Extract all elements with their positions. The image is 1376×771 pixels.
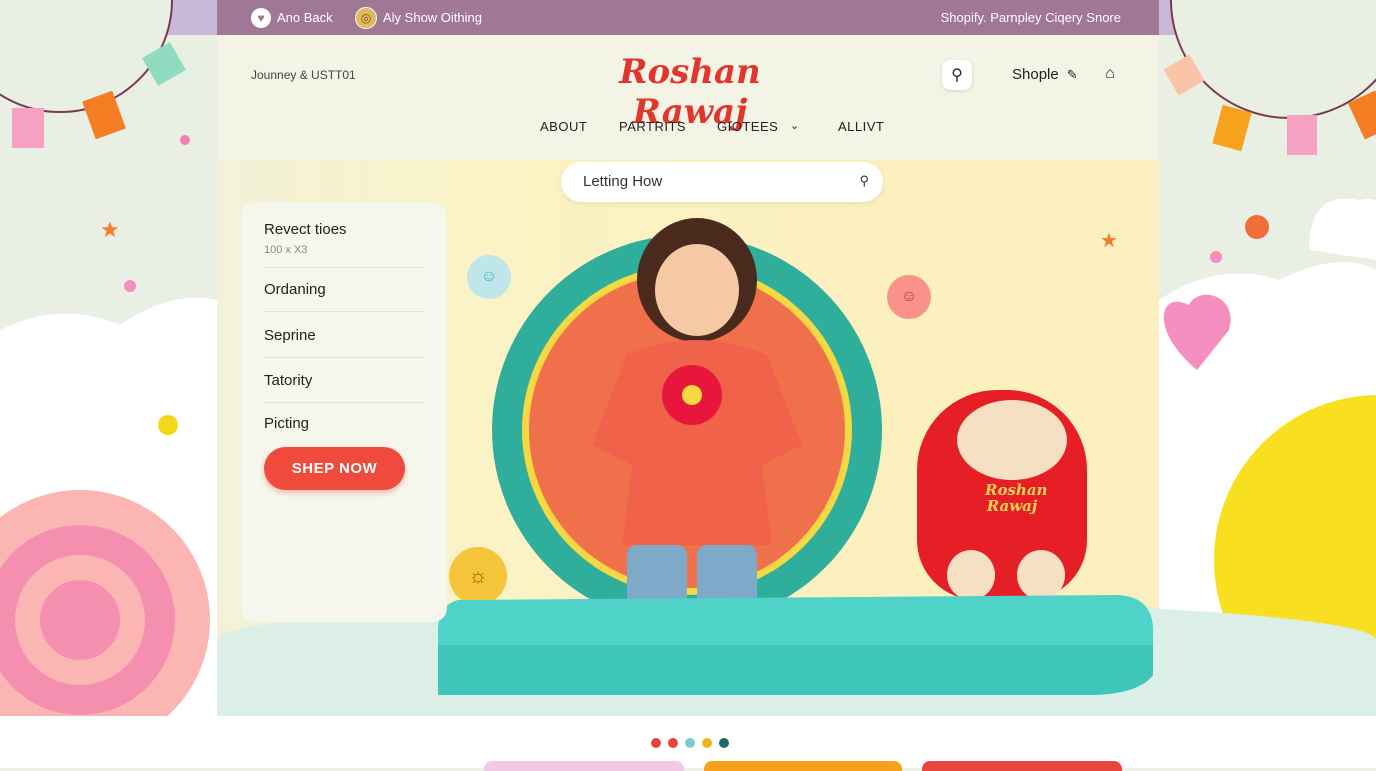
confetti-dot [1245, 215, 1269, 239]
account-link[interactable]: Shople ✎ [1012, 66, 1078, 83]
card-menu-item[interactable]: Seprine [264, 327, 316, 344]
flag [1287, 115, 1317, 155]
card-menu-item[interactable]: Picting [264, 415, 309, 432]
carousel-dots [651, 738, 729, 748]
heart-person-icon: ♥ [251, 7, 271, 28]
category-tab[interactable] [922, 761, 1122, 771]
platform-side [438, 645, 1153, 695]
bunting-arc [1170, 0, 1376, 119]
pencil-icon: ✎ [1066, 66, 1078, 82]
header-tagline: Jounney & USTT01 [251, 68, 356, 82]
face [655, 244, 739, 336]
nav-item-allivt[interactable]: ALLIVT [838, 119, 884, 134]
card-subtitle: 100 x X3 [264, 244, 308, 256]
confetti-dot [124, 280, 136, 292]
star-icon: ★ [1100, 230, 1118, 252]
category-card [241, 202, 447, 622]
carousel-dot[interactable] [702, 738, 712, 748]
nav-item-about[interactable]: ABOUT [540, 119, 587, 134]
shop-now-button[interactable]: SHEP NOW [264, 447, 405, 490]
flag [12, 108, 44, 148]
cart-button[interactable]: ⌂ [1100, 64, 1120, 84]
divider [264, 357, 424, 358]
account-label: Shople [1012, 66, 1059, 83]
display-platform [438, 595, 1153, 695]
search-icon[interactable]: ⚲ [859, 173, 869, 189]
divider [264, 267, 424, 268]
card-title: Revect tioes [264, 221, 347, 238]
nav-item-partrits[interactable]: PARTRITS [619, 119, 686, 134]
topbar-link-label: Ano Back [277, 10, 333, 25]
brand-logo[interactable]: Roshan Rawaj [560, 52, 820, 132]
hero-search-bar[interactable]: ⚲ [561, 162, 883, 202]
coin-icon: ◎ [355, 6, 377, 29]
topbar-right-text[interactable]: Shopify. Parnpley Ciqery Snore [941, 0, 1121, 35]
card-menu-item[interactable]: Ordaning [264, 281, 326, 298]
confetti-dot [180, 135, 190, 145]
plush-text-line1: Roshan [985, 481, 1048, 499]
rainbow-core [40, 580, 120, 660]
category-tab[interactable] [484, 761, 684, 771]
right-decoration [1159, 0, 1376, 716]
divider [264, 402, 424, 403]
plush-text-line2: Rawaj [986, 497, 1038, 515]
plush-shirt-text: Roshan Rawaj [985, 481, 1048, 515]
plush-face [957, 400, 1067, 480]
topbar-link-show[interactable]: ◎ Aly Show Oithing [355, 0, 482, 35]
top-bar: ♥ Ano Back ◎ Aly Show Oithing Shopify. P… [217, 0, 1159, 35]
carousel-dot[interactable] [668, 738, 678, 748]
carousel-dot[interactable] [685, 738, 695, 748]
category-tab[interactable] [704, 761, 902, 771]
chevron-down-icon[interactable]: ⌄ [790, 119, 800, 132]
star-icon: ★ [100, 217, 120, 242]
carousel-dot[interactable] [719, 738, 729, 748]
divider [264, 311, 424, 312]
confetti-dot [1210, 251, 1222, 263]
smiley-ball-icon: ☺ [887, 275, 931, 319]
search-icon: ⚲ [951, 67, 963, 84]
hero-search-input[interactable] [581, 172, 845, 191]
topbar-link-label: Aly Show Oithing [383, 10, 482, 25]
left-decoration: ★ [0, 0, 217, 716]
header-search-button[interactable]: ⚲ [942, 60, 972, 90]
flag [1212, 104, 1252, 152]
smiley-ball-icon: ☺ [467, 255, 511, 299]
carousel-dot[interactable] [651, 738, 661, 748]
cloud [1309, 198, 1376, 260]
topbar-link-back[interactable]: ♥ Ano Back [251, 0, 333, 35]
nav-item-giotees[interactable]: GIOTEES [717, 119, 778, 134]
confetti-dot [158, 415, 178, 435]
card-menu-item[interactable]: Tatority [264, 372, 312, 389]
flower-center [682, 385, 702, 405]
bag-icon: ⌂ [1105, 65, 1115, 82]
plush-mascot: Roshan Rawaj [907, 390, 1117, 610]
